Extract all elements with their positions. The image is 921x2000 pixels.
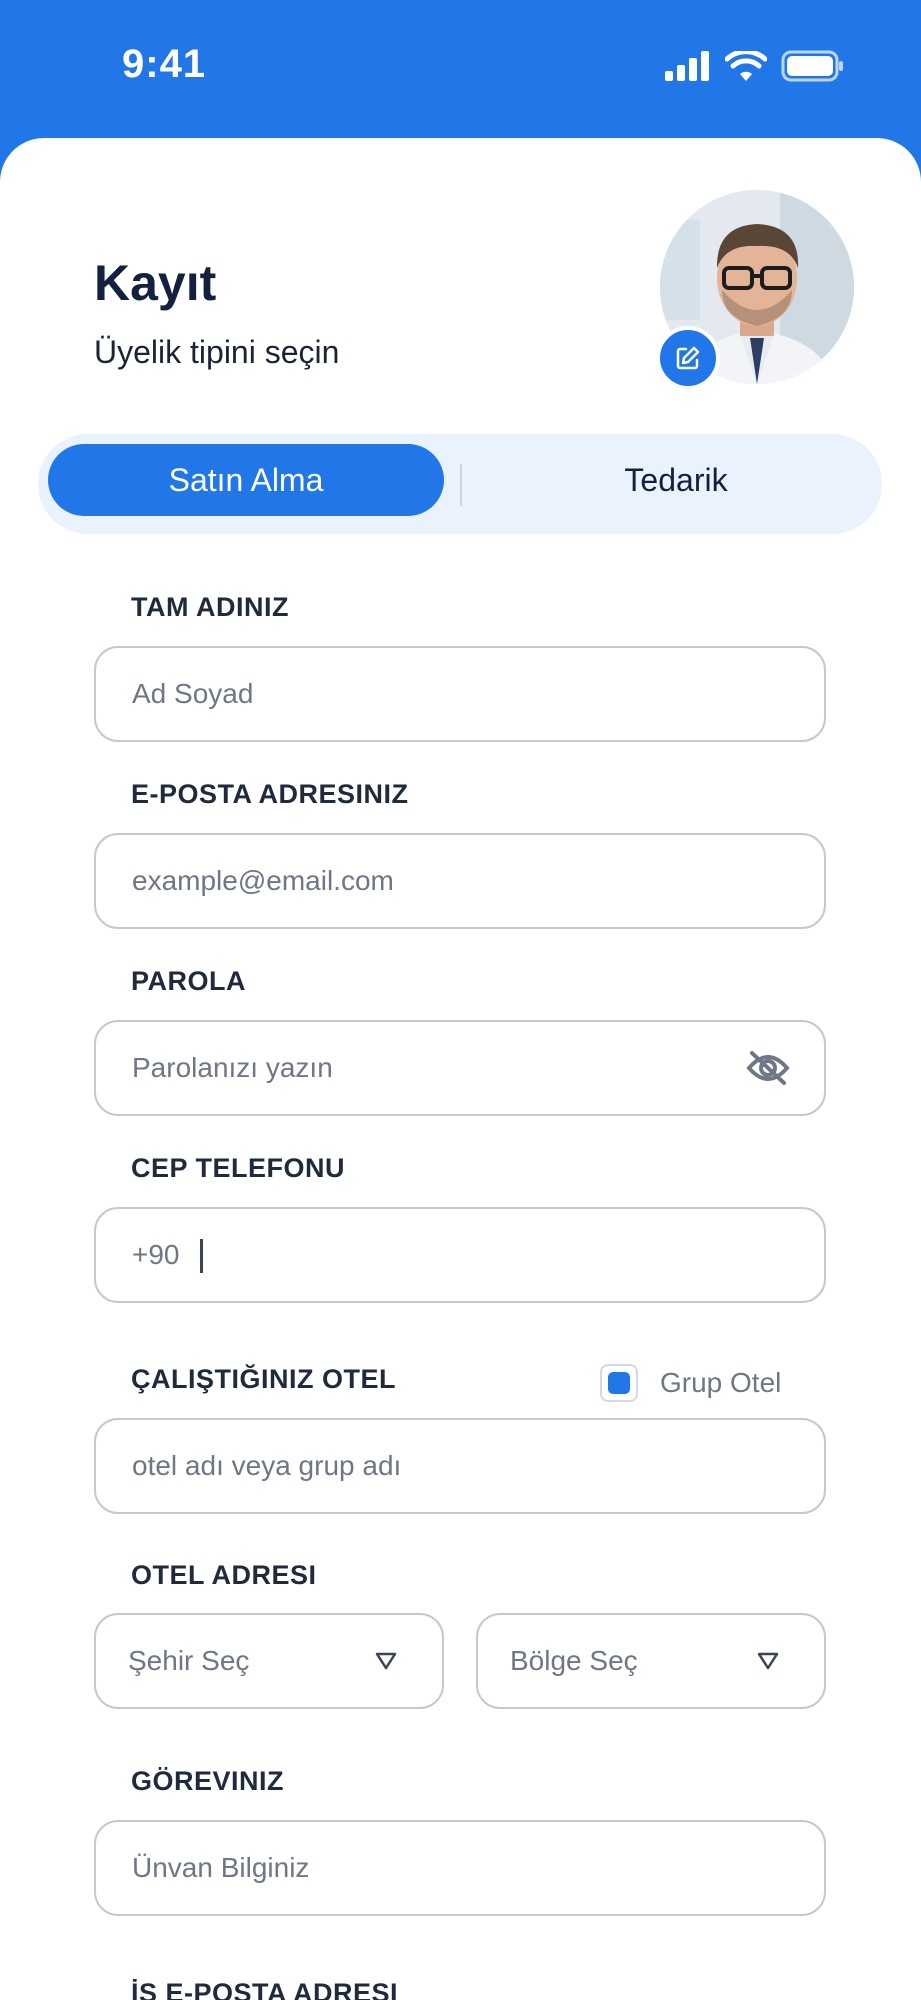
email-placeholder: example@email.com <box>132 865 394 896</box>
chevron-down-icon <box>375 1652 397 1670</box>
hotel-label: ÇALIŞTIĞINIZ OTEL <box>131 1364 396 1394</box>
status-time: 9:41 <box>122 42 207 86</box>
full-name-placeholder: Ad Soyad <box>132 678 254 709</box>
password-field[interactable]: Parolanızı yazın <box>94 1020 826 1116</box>
email-field[interactable]: example@email.com <box>94 833 826 929</box>
page-subtitle: Üyelik tipini seçin <box>94 334 340 370</box>
hotel-address-label: OTEL ADRESI <box>131 1560 317 1590</box>
hotel-field[interactable]: otel adı veya grup adı <box>94 1418 826 1514</box>
group-hotel-label: Grup Otel <box>660 1367 782 1398</box>
page-title: Kayıt <box>94 255 217 311</box>
phone-label: CEP TELEFONU <box>131 1153 346 1183</box>
phone-field[interactable]: +90 <box>94 1207 826 1303</box>
status-icons <box>665 50 845 82</box>
phone-prefix: +90 <box>132 1239 180 1270</box>
membership-type-segment: Satın Alma Tedarik <box>38 434 882 534</box>
position-field[interactable]: Ünvan Bilginiz <box>94 1820 826 1916</box>
segment-divider <box>460 464 462 506</box>
edit-icon <box>676 346 700 370</box>
group-hotel-toggle[interactable]: Grup Otel <box>600 1364 781 1402</box>
battery-icon <box>781 50 843 82</box>
edit-avatar-button[interactable] <box>656 326 720 390</box>
full-name-label: TAM ADINIZ <box>131 592 289 622</box>
region-placeholder: Bölge Seç <box>510 1645 638 1676</box>
position-placeholder: Ünvan Bilginiz <box>132 1852 310 1883</box>
password-label: PAROLA <box>131 966 246 996</box>
city-select[interactable]: Şehir Seç <box>94 1613 444 1709</box>
hotel-placeholder: otel adı veya grup adı <box>132 1450 402 1481</box>
segment-supply[interactable]: Tedarik <box>478 444 874 516</box>
work-email-label: İŞ E-POSTA ADRESI <box>131 1978 399 2000</box>
region-select[interactable]: Bölge Seç <box>476 1613 826 1709</box>
cellular-signal-icon <box>665 51 709 81</box>
text-cursor <box>200 1239 203 1273</box>
group-hotel-checkbox[interactable] <box>600 1364 638 1402</box>
full-name-field[interactable]: Ad Soyad <box>94 646 826 742</box>
email-label: E-POSTA ADRESINIZ <box>131 779 409 809</box>
segment-purchase[interactable]: Satın Alma <box>48 444 444 516</box>
checkbox-check <box>608 1372 630 1394</box>
position-label: GÖREVINIZ <box>131 1766 285 1796</box>
status-bar: 9:41 <box>0 0 921 138</box>
eye-off-icon[interactable] <box>746 1050 790 1086</box>
city-placeholder: Şehir Seç <box>128 1645 250 1676</box>
password-placeholder: Parolanızı yazın <box>132 1052 333 1083</box>
chevron-down-icon <box>757 1652 779 1670</box>
wifi-icon <box>725 51 767 81</box>
registration-sheet: Kayıt Üyelik tipini seçin Satın Alma Ted… <box>0 138 921 2000</box>
